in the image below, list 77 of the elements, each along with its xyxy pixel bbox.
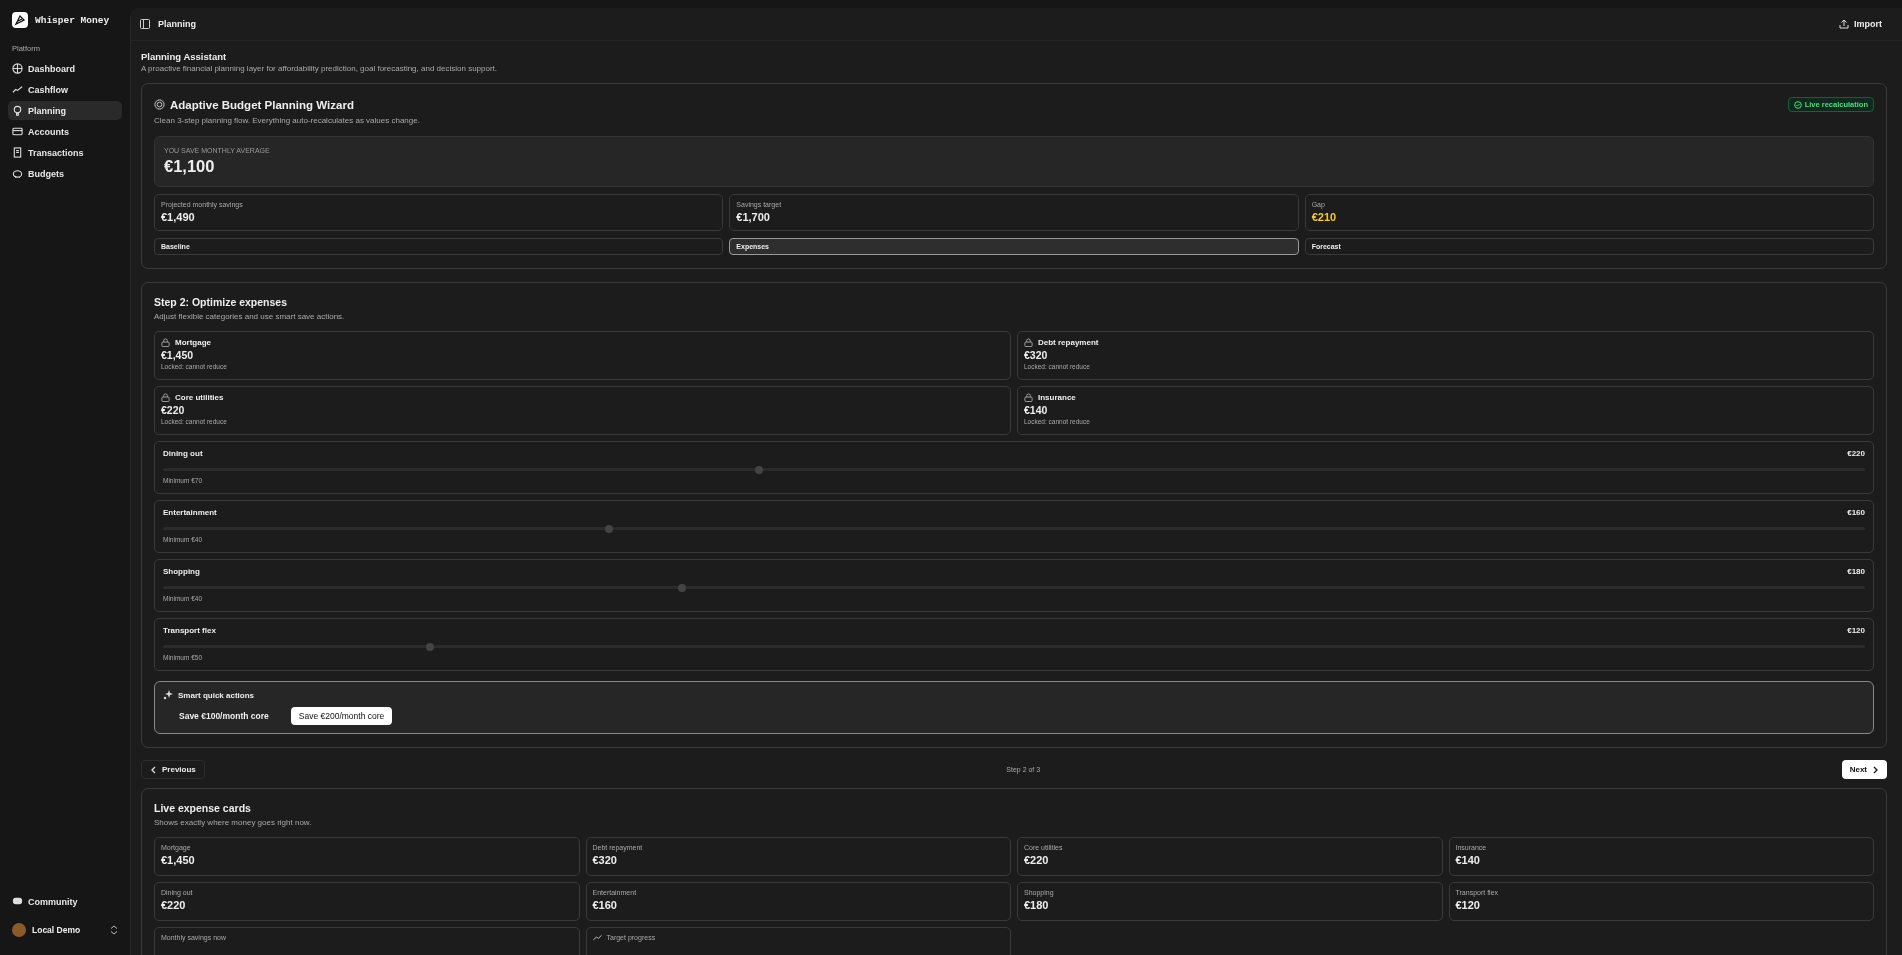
section-title: Planning Assistant	[141, 51, 228, 62]
step-subtitle: Adjust flexible categories and use smart save actions.	[154, 312, 346, 321]
stat-value: €210	[1311, 211, 1338, 223]
sidebar-item[interactable]: Planning	[8, 101, 122, 120]
expense-amount: €220	[161, 404, 186, 416]
upload-icon	[1839, 19, 1849, 29]
sidebar-toggle-icon[interactable]	[140, 19, 150, 29]
card-value: €180	[1024, 899, 1050, 911]
card-value: €160	[592, 899, 618, 911]
next-button[interactable]: Next	[1841, 760, 1887, 779]
card-value: €140	[1455, 854, 1481, 866]
stat-value: €1,700	[736, 211, 771, 223]
lock-icon	[161, 393, 170, 402]
expense-name: Transport flex	[163, 626, 216, 635]
chevron-left-icon	[150, 765, 157, 774]
card-value: €120	[1455, 899, 1481, 911]
summary-value: €1,100	[164, 157, 216, 176]
chat-icon	[12, 896, 23, 907]
wizard-subtitle: Clean 3-step planning flow. Everything auto-recalculates as values change.	[154, 116, 421, 125]
expense-name: Core utilities	[175, 393, 224, 402]
live-title: Live expense cards	[154, 802, 252, 814]
expense-name: Insurance	[1038, 393, 1076, 402]
stat-value: €1,490	[161, 211, 196, 223]
community-link[interactable]: Community	[8, 892, 122, 911]
section-subtitle: A proactive financial planning layer for affordability prediction, goal forecasting, and decision support.	[141, 64, 499, 73]
sidebar-item[interactable]: Cashflow	[8, 80, 122, 99]
slider-thumb[interactable]	[426, 642, 435, 651]
previous-button[interactable]: Previous	[141, 760, 205, 779]
step-title: Step 2: Optimize expenses	[154, 296, 289, 308]
sidebar-item[interactable]: Transactions	[8, 143, 122, 162]
trend-icon	[12, 84, 23, 95]
live-subtitle: Shows exactly where money goes right now.	[154, 818, 313, 827]
card-icon	[12, 126, 23, 137]
expense-amount: €160	[1847, 508, 1865, 517]
dashboard-icon	[12, 63, 23, 74]
sidebar-item[interactable]: Budgets	[8, 164, 122, 183]
quick-action-button[interactable]: Save €200/month core	[290, 707, 393, 725]
expense-name: Dining out	[163, 449, 203, 458]
card-value: €320	[592, 854, 618, 866]
expense-amount: €320	[1024, 349, 1049, 361]
chevron-icon	[110, 925, 118, 935]
lock-icon	[1024, 393, 1033, 402]
expense-amount: €140	[1024, 404, 1049, 416]
sidebar-item[interactable]: Accounts	[8, 122, 122, 141]
lock-icon	[161, 338, 170, 347]
expense-amount: €1,450	[161, 349, 195, 361]
expense-amount: €220	[1847, 449, 1865, 458]
expense-amount: €120	[1847, 626, 1865, 635]
lightbulb-icon	[12, 105, 23, 116]
target-icon	[154, 99, 165, 110]
slider-thumb[interactable]	[678, 583, 687, 592]
slider-thumb[interactable]	[754, 465, 763, 474]
expense-name: Shopping	[163, 567, 200, 576]
trend-icon	[592, 934, 602, 941]
avatar-icon	[12, 923, 26, 937]
expense-name: Mortgage	[175, 338, 211, 347]
user-menu[interactable]: Local Demo	[8, 913, 122, 945]
wizard-title: Adaptive Budget Planning Wizard	[170, 98, 354, 111]
import-button[interactable]: Import	[1833, 18, 1888, 30]
lock-icon	[1024, 338, 1033, 347]
slider-thumb[interactable]	[604, 524, 613, 533]
quick-actions-title: Smart quick actions	[178, 690, 255, 700]
sparkles-icon	[163, 690, 173, 700]
receipt-icon	[12, 147, 23, 158]
piggy-bank-icon	[12, 168, 23, 179]
chevron-right-icon	[1872, 765, 1879, 774]
expense-amount: €180	[1847, 567, 1865, 576]
quick-action-button[interactable]: Save €100/month core	[171, 707, 277, 725]
expense-name: Entertainment	[163, 508, 217, 517]
card-value: €220	[1024, 854, 1050, 866]
page-title: Planning	[158, 19, 196, 29]
app-name: Whisper Money	[35, 14, 110, 26]
card-value: €1,450	[161, 854, 196, 866]
card-value: €220	[161, 899, 187, 911]
logo-icon	[12, 12, 28, 28]
expense-name: Debt repayment	[1038, 338, 1099, 347]
sidebar-item[interactable]: Dashboard	[8, 59, 122, 78]
